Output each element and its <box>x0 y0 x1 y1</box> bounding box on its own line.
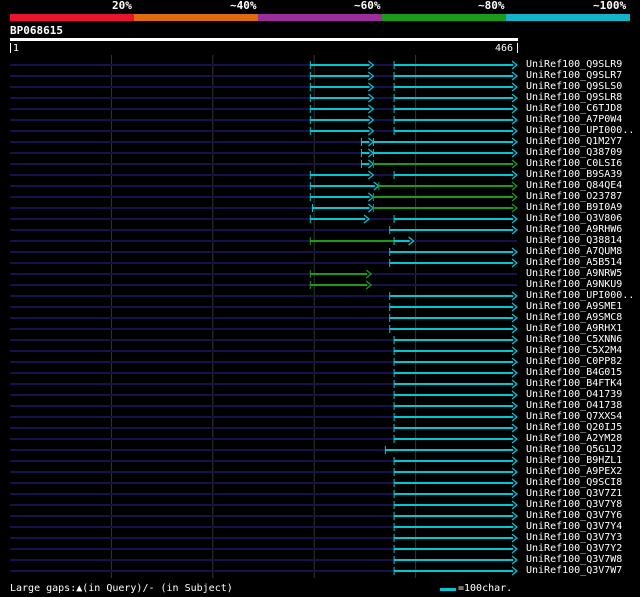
hit-label[interactable]: UniRef100_O23787 <box>526 191 622 202</box>
hit-row[interactable] <box>10 555 518 565</box>
hit-row[interactable] <box>10 148 518 158</box>
scale-label: =100char. <box>458 583 513 594</box>
hit-label[interactable]: UniRef100_C0LSI6 <box>526 158 622 169</box>
hit-label[interactable]: UniRef100_Q7XXS4 <box>526 411 622 422</box>
hit-row[interactable] <box>10 214 518 224</box>
hit-label[interactable]: UniRef100_Q84QE4 <box>526 180 622 191</box>
hit-row[interactable] <box>10 60 518 70</box>
hit-label[interactable]: UniRef100_Q9SLS0 <box>526 81 622 92</box>
hit-row[interactable] <box>10 170 518 180</box>
hit-row[interactable] <box>10 346 518 356</box>
hit-row[interactable] <box>10 258 518 268</box>
hit-label[interactable]: UniRef100_A9RHX1 <box>526 323 622 334</box>
hit-label[interactable]: UniRef100_Q3V7Y8 <box>526 499 622 510</box>
hit-row[interactable] <box>10 203 518 213</box>
hit-row[interactable] <box>10 247 518 257</box>
hit-label[interactable]: UniRef100_Q9SLR8 <box>526 92 622 103</box>
hit-row[interactable] <box>10 159 518 169</box>
hit-label[interactable]: UniRef100_A9SME1 <box>526 301 622 312</box>
hit-label[interactable]: UniRef100_Q5G1J2 <box>526 444 622 455</box>
hit-label[interactable]: UniRef100_A2YM28 <box>526 433 622 444</box>
hit-row[interactable] <box>10 192 518 202</box>
hit-label[interactable]: UniRef100_C5XNN6 <box>526 334 622 345</box>
hit-row[interactable] <box>10 412 518 422</box>
hit-row[interactable] <box>10 511 518 521</box>
hit-row[interactable] <box>10 522 518 532</box>
hit-label[interactable]: UniRef100_Q3V806 <box>526 213 622 224</box>
hit-label[interactable]: UniRef100_B4FTK4 <box>526 378 622 389</box>
hit-label[interactable]: UniRef100_A9PEX2 <box>526 466 622 477</box>
hit-label[interactable]: UniRef100_Q3V7Y6 <box>526 510 622 521</box>
hit-label[interactable]: UniRef100_A9SMC8 <box>526 312 622 323</box>
scale-bar <box>440 588 456 591</box>
hit-label[interactable]: UniRef100_C5X2M4 <box>526 345 622 356</box>
hit-row[interactable] <box>10 335 518 345</box>
hit-label[interactable]: UniRef100_Q3V7W8 <box>526 554 622 565</box>
hit-label[interactable]: UniRef100_Q3V7Y3 <box>526 532 622 543</box>
hit-row[interactable] <box>10 533 518 543</box>
hit-row[interactable] <box>10 401 518 411</box>
hit-label[interactable]: UniRef100_A9NRW5 <box>526 268 622 279</box>
hit-label[interactable]: UniRef100_Q9SLR9 <box>526 59 622 70</box>
hit-label[interactable]: UniRef100_B4G015 <box>526 367 622 378</box>
hit-label[interactable]: UniRef100_Q9SLR7 <box>526 70 622 81</box>
hit-label[interactable]: UniRef100_Q38814 <box>526 235 622 246</box>
hit-label[interactable]: UniRef100_Q3V7Y4 <box>526 521 622 532</box>
hit-row[interactable] <box>10 236 517 246</box>
hit-label[interactable]: UniRef100_UPI000.. <box>526 290 634 301</box>
hit-row[interactable] <box>10 313 518 323</box>
hit-row[interactable] <box>10 467 518 477</box>
hit-label[interactable]: UniRef100_Q38709 <box>526 147 622 158</box>
hit-label[interactable]: UniRef100_B9SA39 <box>526 169 622 180</box>
hit-label[interactable]: UniRef100_B9HZL1 <box>526 455 622 466</box>
hit-label[interactable]: UniRef100_B9I0A9 <box>526 202 622 213</box>
hit-row[interactable] <box>10 390 518 400</box>
hit-row[interactable] <box>10 291 518 301</box>
hit-row[interactable] <box>10 115 518 125</box>
gap-legend: Large gaps:▲(in Query)/- (in Subject) <box>10 583 233 594</box>
hit-row[interactable] <box>10 302 518 312</box>
hit-row[interactable] <box>10 71 518 81</box>
hit-label[interactable]: UniRef100_Q3V7W7 <box>526 565 622 576</box>
hit-label[interactable]: UniRef100_A9RHW6 <box>526 224 622 235</box>
hit-label[interactable]: UniRef100_Q1M2Y7 <box>526 136 622 147</box>
hit-row[interactable] <box>10 93 518 103</box>
hit-label[interactable]: UniRef100_O41739 <box>526 389 622 400</box>
hit-row[interactable] <box>10 137 518 147</box>
hit-row[interactable] <box>10 181 518 191</box>
hit-row[interactable] <box>10 445 518 455</box>
hit-label[interactable]: UniRef100_O41738 <box>526 400 622 411</box>
hit-label[interactable]: UniRef100_A7P0W4 <box>526 114 622 125</box>
hit-row[interactable] <box>10 566 518 576</box>
hit-row[interactable] <box>10 500 518 510</box>
hit-row[interactable] <box>10 104 518 114</box>
hit-label[interactable]: UniRef100_A5B514 <box>526 257 622 268</box>
hit-label[interactable]: UniRef100_Q9SCI8 <box>526 477 622 488</box>
hit-row[interactable] <box>10 478 518 488</box>
hit-label[interactable]: UniRef100_A7QUM8 <box>526 246 622 257</box>
hit-row[interactable] <box>10 379 518 389</box>
hit-row[interactable] <box>10 269 517 279</box>
hit-row[interactable] <box>10 225 518 235</box>
hit-label[interactable]: UniRef100_Q20IJ5 <box>526 422 622 433</box>
hit-row[interactable] <box>10 489 518 499</box>
hit-row[interactable] <box>10 82 518 92</box>
hit-label[interactable]: UniRef100_C0PP82 <box>526 356 622 367</box>
hit-row[interactable] <box>10 126 518 136</box>
hit-label[interactable]: UniRef100_C6TJD8 <box>526 103 622 114</box>
hit-row[interactable] <box>10 423 518 433</box>
hit-label[interactable]: UniRef100_UPI000.. <box>526 125 634 136</box>
hit-row[interactable] <box>10 434 518 444</box>
hit-row[interactable] <box>10 456 518 466</box>
hit-row[interactable] <box>10 280 517 290</box>
hit-label[interactable]: UniRef100_A9NKU9 <box>526 279 622 290</box>
hit-label[interactable]: UniRef100_Q3V7Z1 <box>526 488 622 499</box>
hit-label[interactable]: UniRef100_Q3V7Y2 <box>526 543 622 554</box>
hit-row[interactable] <box>10 324 518 334</box>
hit-row[interactable] <box>10 357 518 367</box>
hit-row[interactable] <box>10 368 518 378</box>
hit-row[interactable] <box>10 544 518 554</box>
